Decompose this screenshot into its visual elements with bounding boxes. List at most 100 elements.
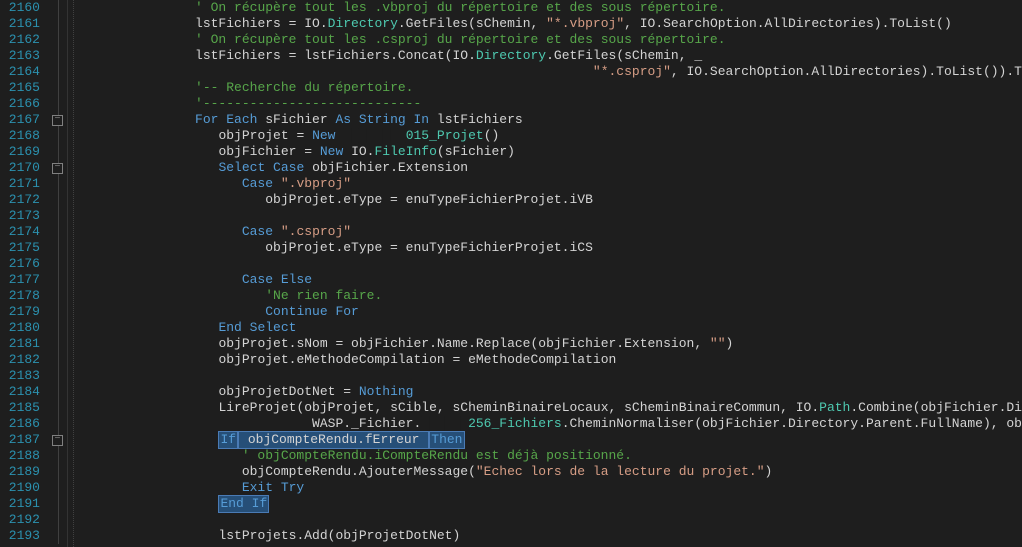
code-line[interactable]: ' On récupère tout les .csproj du répert… [78, 32, 1022, 48]
fold-line [48, 336, 67, 352]
line-number: 2168 [4, 128, 40, 144]
code-line[interactable]: objProjet = New ████████015_Projet() [78, 128, 1022, 144]
line-number: 2169 [4, 144, 40, 160]
code-line[interactable]: '-- Recherche du répertoire. [78, 80, 1022, 96]
line-number: 2171 [4, 176, 40, 192]
fold-line [48, 256, 67, 272]
line-number: 2174 [4, 224, 40, 240]
code-line[interactable]: Case ".csproj" [78, 224, 1022, 240]
fold-line [48, 48, 67, 64]
code-line[interactable]: Continue For [78, 304, 1022, 320]
line-number-gutter: 2160216121622163216421652166216721682169… [0, 0, 48, 547]
line-number: 2179 [4, 304, 40, 320]
code-line[interactable]: objProjetDotNet = Nothing [78, 384, 1022, 400]
line-number: 2172 [4, 192, 40, 208]
line-number: 2188 [4, 448, 40, 464]
fold-line [48, 352, 67, 368]
fold-line [48, 464, 67, 480]
code-line[interactable]: Select Case objFichier.Extension [78, 160, 1022, 176]
line-number: 2160 [4, 0, 40, 16]
line-number: 2167 [4, 112, 40, 128]
code-line[interactable]: For Each sFichier As String In lstFichie… [78, 112, 1022, 128]
code-line[interactable]: lstFichiers = IO.Directory.GetFiles(sChe… [78, 16, 1022, 32]
line-number: 2176 [4, 256, 40, 272]
fold-line [48, 288, 67, 304]
line-number: 2183 [4, 368, 40, 384]
fold-line [48, 32, 67, 48]
fold-line [48, 128, 67, 144]
fold-line [48, 368, 67, 384]
line-number: 2175 [4, 240, 40, 256]
fold-line [48, 528, 67, 544]
code-line[interactable]: If objCompteRendu.fErreur Then [78, 432, 1022, 448]
fold-line [48, 208, 67, 224]
fold-toggle-icon[interactable] [48, 160, 67, 176]
code-line[interactable]: Case Else [78, 272, 1022, 288]
fold-gutter[interactable] [48, 0, 68, 547]
line-number: 2186 [4, 416, 40, 432]
selection: objCompteRendu.fErreur [238, 431, 429, 449]
code-editor[interactable]: 2160216121622163216421652166216721682169… [0, 0, 1022, 547]
line-number: 2165 [4, 80, 40, 96]
code-line[interactable]: End Select [78, 320, 1022, 336]
fold-line [48, 384, 67, 400]
selection: Then [429, 431, 464, 449]
code-line[interactable]: End If [78, 496, 1022, 512]
code-content[interactable]: ' On récupère tout les .vbproj du répert… [74, 0, 1022, 547]
line-number: 2189 [4, 464, 40, 480]
code-line[interactable] [78, 256, 1022, 272]
fold-toggle-icon[interactable] [48, 432, 67, 448]
code-line[interactable] [78, 368, 1022, 384]
line-number: 2184 [4, 384, 40, 400]
fold-line [48, 320, 67, 336]
line-number: 2177 [4, 272, 40, 288]
fold-line [48, 304, 67, 320]
line-number: 2182 [4, 352, 40, 368]
code-line[interactable]: Case ".vbproj" [78, 176, 1022, 192]
code-line[interactable] [78, 208, 1022, 224]
code-line[interactable]: objProjet.sNom = objFichier.Name.Replace… [78, 336, 1022, 352]
code-line[interactable]: ' objCompteRendu.iCompteRendu est déjà p… [78, 448, 1022, 464]
fold-line [48, 176, 67, 192]
code-line[interactable]: '---------------------------- [78, 96, 1022, 112]
line-number: 2190 [4, 480, 40, 496]
fold-line [48, 272, 67, 288]
code-line[interactable]: lstProjets.Add(objProjetDotNet) [78, 528, 1022, 544]
code-line[interactable]: WASP._Fichier.██████256_Fichiers.CheminN… [78, 416, 1022, 432]
line-number: 2187 [4, 432, 40, 448]
code-line[interactable]: 'Ne rien faire. [78, 288, 1022, 304]
code-line[interactable]: LireProjet(objProjet, sCible, sCheminBin… [78, 400, 1022, 416]
line-number: 2193 [4, 528, 40, 544]
line-number: 2191 [4, 496, 40, 512]
code-line[interactable]: objProjet.eMethodeCompilation = eMethode… [78, 352, 1022, 368]
code-line[interactable]: Exit Try [78, 480, 1022, 496]
line-number: 2161 [4, 16, 40, 32]
line-number: 2181 [4, 336, 40, 352]
code-line[interactable]: objCompteRendu.AjouterMessage("Echec lor… [78, 464, 1022, 480]
line-number: 2170 [4, 160, 40, 176]
fold-line [48, 448, 67, 464]
fold-line [48, 400, 67, 416]
fold-line [48, 80, 67, 96]
line-number: 2185 [4, 400, 40, 416]
line-number: 2166 [4, 96, 40, 112]
fold-line [48, 0, 67, 16]
fold-line [48, 512, 67, 528]
code-line[interactable] [78, 512, 1022, 528]
code-line[interactable]: "*.csproj", IO.SearchOption.AllDirectori… [78, 64, 1022, 80]
line-number: 2178 [4, 288, 40, 304]
code-line[interactable]: objFichier = New IO.FileInfo(sFichier) [78, 144, 1022, 160]
code-line[interactable]: objProjet.eType = enuTypeFichierProjet.i… [78, 192, 1022, 208]
line-number: 2164 [4, 64, 40, 80]
fold-line [48, 240, 67, 256]
code-line[interactable]: lstFichiers = lstFichiers.Concat(IO.Dire… [78, 48, 1022, 64]
fold-toggle-icon[interactable] [48, 112, 67, 128]
code-line[interactable]: ' On récupère tout les .vbproj du répert… [78, 0, 1022, 16]
fold-line [48, 64, 67, 80]
code-line[interactable]: objProjet.eType = enuTypeFichierProjet.i… [78, 240, 1022, 256]
line-number: 2192 [4, 512, 40, 528]
fold-line [48, 416, 67, 432]
fold-line [48, 496, 67, 512]
line-number: 2180 [4, 320, 40, 336]
fold-line [48, 192, 67, 208]
